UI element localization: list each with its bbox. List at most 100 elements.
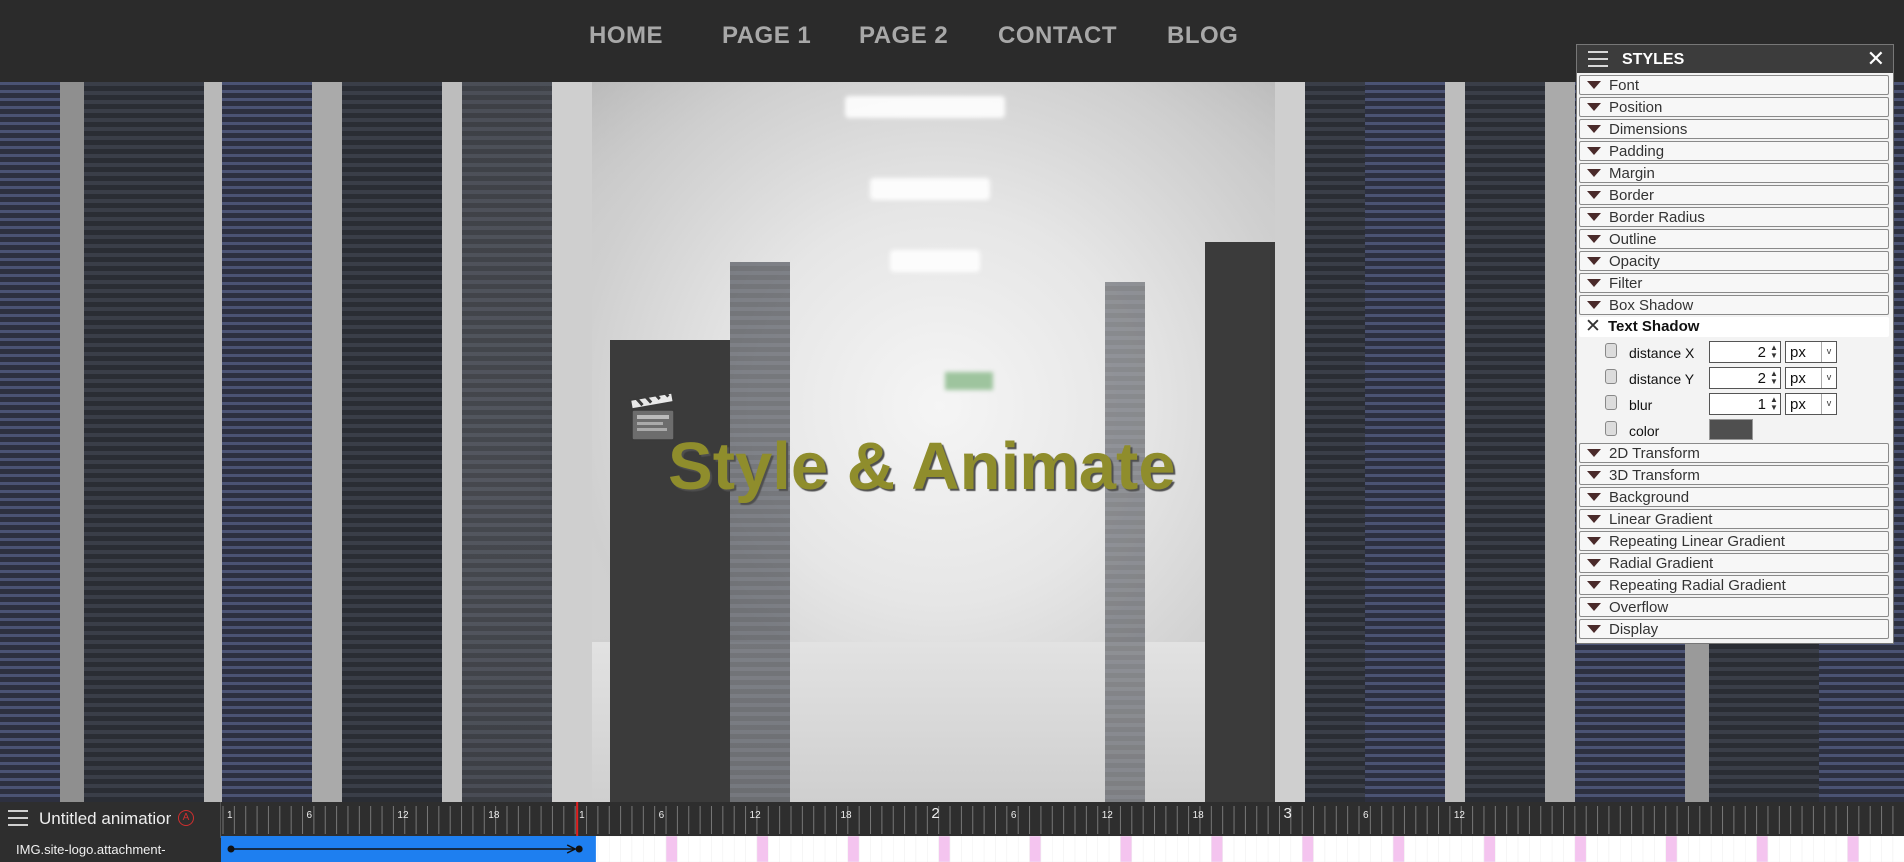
nav-contact[interactable]: CONTACT: [998, 22, 1117, 50]
frame-cell[interactable]: [824, 836, 837, 862]
frame-cell[interactable]: [1449, 836, 1462, 862]
frame-cell[interactable]: [1483, 836, 1496, 862]
frame-cell[interactable]: [1404, 836, 1417, 862]
section-border[interactable]: Border: [1579, 185, 1889, 205]
trash-icon[interactable]: [1605, 395, 1617, 410]
frame-cell[interactable]: [1529, 836, 1542, 862]
frame-cell[interactable]: [1154, 836, 1167, 862]
frame-cell[interactable]: [1370, 836, 1382, 862]
spinner-icon[interactable]: ▲ ▼: [1769, 370, 1779, 386]
timeline-track[interactable]: [221, 836, 1904, 862]
frame-cell[interactable]: [1824, 836, 1837, 862]
frame-cell[interactable]: [1881, 836, 1894, 862]
frame-cell[interactable]: [904, 836, 917, 862]
frame-cell[interactable]: [1245, 836, 1258, 862]
section-repeating-linear-gradient[interactable]: Repeating Linear Gradient: [1579, 531, 1889, 551]
frame-cell[interactable]: [1858, 836, 1871, 862]
frame-cell[interactable]: [1744, 836, 1757, 862]
frame-cell[interactable]: [1336, 836, 1348, 862]
frame-cell[interactable]: [870, 836, 883, 862]
frame-cell[interactable]: [1256, 836, 1269, 862]
frame-cell[interactable]: [1017, 836, 1030, 862]
frame-cell[interactable]: [1199, 836, 1212, 862]
frame-cell[interactable]: [847, 836, 860, 862]
section-outline[interactable]: Outline: [1579, 229, 1889, 249]
frame-cell[interactable]: [1074, 836, 1087, 862]
frame-cell[interactable]: [1392, 836, 1405, 862]
frame-cell[interactable]: [1438, 836, 1451, 862]
nav-page-2[interactable]: PAGE 2: [859, 22, 948, 50]
frame-cell[interactable]: [1801, 836, 1814, 862]
nav-home[interactable]: HOME: [589, 22, 663, 50]
frame-cell[interactable]: [1279, 836, 1292, 862]
frame-cell[interactable]: [1654, 836, 1666, 862]
frame-cell[interactable]: [972, 836, 985, 862]
frame-cell[interactable]: [1290, 836, 1303, 862]
frame-cell[interactable]: [631, 836, 644, 862]
frame-cell[interactable]: [949, 836, 962, 862]
frame-cell[interactable]: [1495, 836, 1507, 862]
trash-icon[interactable]: [1605, 369, 1617, 384]
frame-cell[interactable]: [597, 836, 610, 862]
frame-cell[interactable]: [711, 836, 724, 862]
frame-cell[interactable]: [1460, 836, 1473, 862]
frame-cell[interactable]: [1620, 836, 1632, 862]
frame-cell[interactable]: [1847, 836, 1860, 862]
nav-blog[interactable]: BLOG: [1167, 22, 1238, 50]
frame-cell[interactable]: [1585, 836, 1598, 862]
frame-cell[interactable]: [756, 836, 769, 862]
frame-cell[interactable]: [881, 836, 894, 862]
section-3d-transform[interactable]: 3D Transform: [1579, 465, 1889, 485]
frame-cell[interactable]: [643, 836, 655, 862]
frame-cell[interactable]: [733, 836, 746, 862]
hamburger-menu-icon[interactable]: [1588, 51, 1608, 67]
styles-panel-header[interactable]: STYLES ✕: [1577, 45, 1893, 73]
frame-cell[interactable]: [1006, 836, 1019, 862]
section-radial-gradient[interactable]: Radial Gradient: [1579, 553, 1889, 573]
frame-cell[interactable]: [1869, 836, 1882, 862]
frame-cell[interactable]: [1699, 836, 1712, 862]
frame-cell[interactable]: [1722, 836, 1735, 862]
unit-select[interactable]: px v: [1785, 367, 1837, 389]
frame-cell[interactable]: [1540, 836, 1553, 862]
frame-cell[interactable]: [1676, 836, 1689, 862]
number-input[interactable]: 2 ▲ ▼: [1709, 341, 1781, 363]
frame-cell[interactable]: [1086, 836, 1098, 862]
frame-cell[interactable]: [1733, 836, 1746, 862]
frame-cell[interactable]: [1188, 836, 1201, 862]
section-display[interactable]: Display: [1579, 619, 1889, 639]
frame-cell[interactable]: [1597, 836, 1610, 862]
frame-cell[interactable]: [1301, 836, 1314, 862]
frame-cell[interactable]: [699, 836, 712, 862]
section-filter[interactable]: Filter: [1579, 273, 1889, 293]
color-swatch[interactable]: [1709, 419, 1753, 440]
frame-cell[interactable]: [1267, 836, 1280, 862]
frame-cell[interactable]: [1108, 836, 1121, 862]
frame-cell[interactable]: [1324, 836, 1337, 862]
frame-cell[interactable]: [1233, 836, 1246, 862]
frame-cell[interactable]: [1563, 836, 1576, 862]
frame-cell[interactable]: [608, 836, 621, 862]
auto-record-icon[interactable]: A: [178, 810, 194, 826]
frame-cell[interactable]: [1517, 836, 1530, 862]
frame-cell[interactable]: [745, 836, 758, 862]
frame-cell[interactable]: [1029, 836, 1042, 862]
frame-cell[interactable]: [1710, 836, 1723, 862]
chevron-down-icon[interactable]: v: [1821, 394, 1836, 414]
frame-cell[interactable]: [1472, 836, 1485, 862]
section-2d-transform[interactable]: 2D Transform: [1579, 443, 1889, 463]
spinner-icon[interactable]: ▲ ▼: [1769, 396, 1779, 412]
frame-cell[interactable]: [1574, 836, 1587, 862]
number-input[interactable]: 2 ▲ ▼: [1709, 367, 1781, 389]
frame-cell[interactable]: [1665, 836, 1678, 862]
section-margin[interactable]: Margin: [1579, 163, 1889, 183]
frame-cell[interactable]: [1813, 836, 1826, 862]
frame-cell[interactable]: [1688, 836, 1701, 862]
frame-cell[interactable]: [1608, 836, 1621, 862]
frame-cell[interactable]: [1313, 836, 1326, 862]
close-icon[interactable]: ✕: [1867, 48, 1885, 70]
frame-cell[interactable]: [790, 836, 803, 862]
frame-cell[interactable]: [620, 836, 633, 862]
trash-icon[interactable]: [1605, 343, 1617, 358]
frame-cell[interactable]: [1642, 836, 1655, 862]
